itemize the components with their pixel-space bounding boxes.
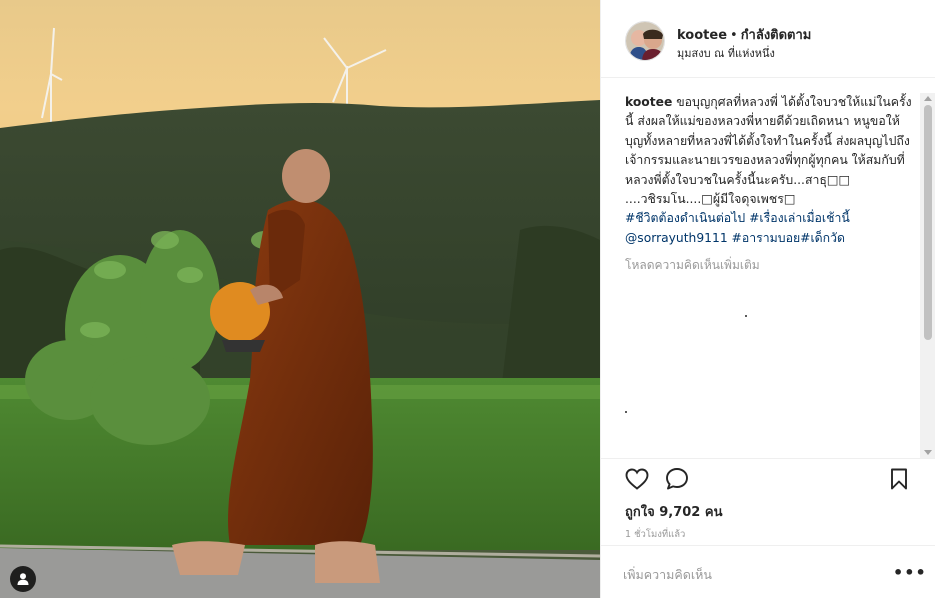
hashtags-link-2[interactable]: #อารามบอย#เด็กวัด xyxy=(728,231,845,245)
more-options-button[interactable]: ••• xyxy=(893,565,927,581)
load-more-comments-button[interactable]: โหลดความคิดเห็นเพิ่มเติม xyxy=(625,256,915,275)
following-button[interactable]: กำลังติดตาม xyxy=(741,28,812,43)
scroll-down-arrow-icon[interactable] xyxy=(924,450,932,455)
hashtags-link[interactable]: #ชีวิตต้องดำเนินต่อไป #เรื่องเล่าเมื่อเช… xyxy=(625,211,850,225)
avatar[interactable] xyxy=(625,21,665,61)
save-button[interactable] xyxy=(885,465,913,493)
heart-outline-icon xyxy=(625,468,649,490)
location-link[interactable]: มุมสงบ ณ ที่แห่งหนึ่ง xyxy=(677,44,775,62)
mention-link[interactable]: @sorrayuth9111 xyxy=(625,231,728,245)
bookmark-icon xyxy=(891,468,907,490)
avatar-image xyxy=(626,22,664,60)
like-button[interactable] xyxy=(623,465,651,493)
comments-scrollbar[interactable] xyxy=(920,93,935,458)
stray-dot xyxy=(625,411,627,413)
comment-input[interactable] xyxy=(623,560,873,588)
scrollbar-thumb[interactable] xyxy=(924,105,932,340)
post-header: kootee • กำลังติดตาม มุมสงบ ณ ที่แห่งหนึ่ง xyxy=(601,0,935,78)
username-link[interactable]: kootee xyxy=(677,28,727,43)
post-side-panel: kootee • กำลังติดตาม มุมสงบ ณ ที่แห่งหนึ่ง… xyxy=(600,0,935,598)
comments-list: kootee ขอบุญกุศลที่หลวงพี่ ได้ตั้งใจบวชใ… xyxy=(625,93,915,448)
likes-count[interactable]: ถูกใจ 9,702 คน xyxy=(625,501,722,522)
post-timestamp[interactable]: 1 ชั่วโมงที่แล้ว xyxy=(625,527,685,542)
post-photo[interactable] xyxy=(0,0,600,598)
person-tag-icon xyxy=(17,573,29,585)
caption-username-link[interactable]: kootee xyxy=(625,95,672,109)
add-comment-section: ••• xyxy=(601,545,935,598)
scroll-up-arrow-icon[interactable] xyxy=(924,96,932,101)
header-user-line: kootee • กำลังติดตาม xyxy=(677,24,811,45)
stray-dot xyxy=(745,315,747,317)
caption: kootee ขอบุญกุศลที่หลวงพี่ ได้ตั้งใจบวชใ… xyxy=(625,93,915,248)
tagged-users-button[interactable] xyxy=(10,566,36,592)
post-image xyxy=(0,0,600,598)
speech-bubble-icon xyxy=(666,468,688,490)
comment-button[interactable] xyxy=(663,465,691,493)
separator-dot: • xyxy=(730,28,738,43)
caption-text: ขอบุญกุศลที่หลวงพี่ ได้ตั้งใจบวชให้แม่ใน… xyxy=(625,95,912,207)
